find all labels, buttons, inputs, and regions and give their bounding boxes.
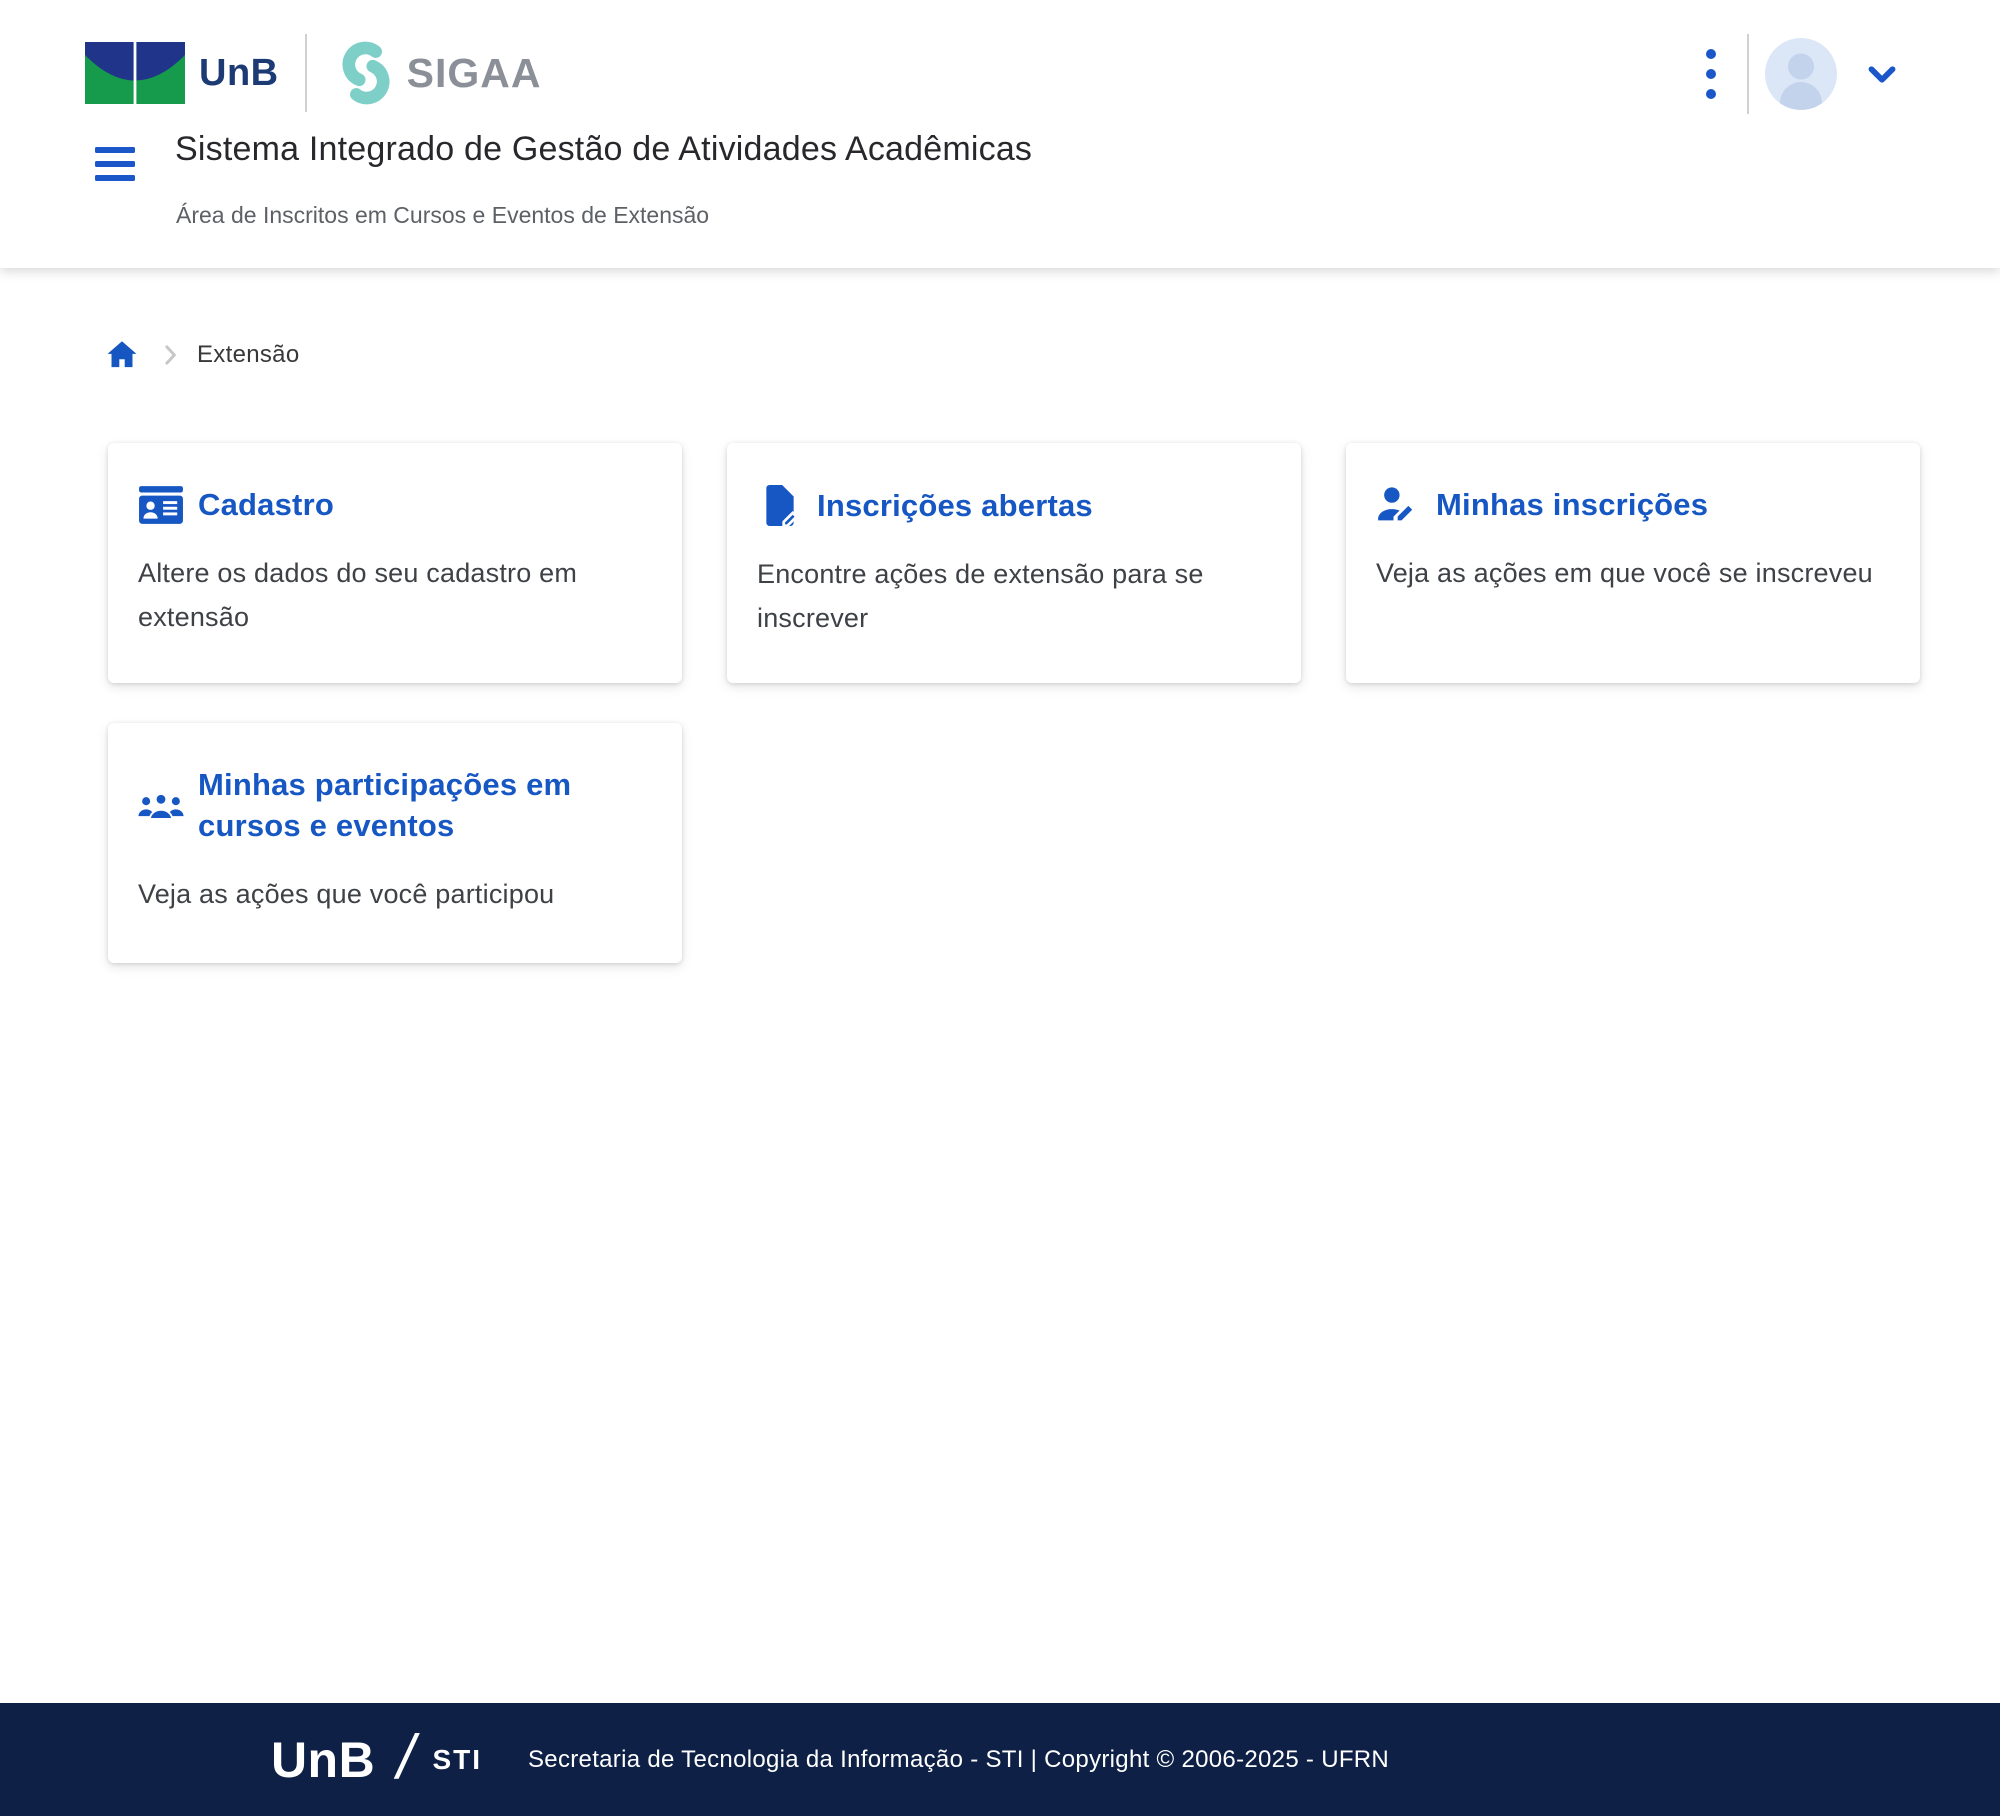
home-icon[interactable] <box>105 338 139 372</box>
footer-copyright: Secretaria de Tecnologia da Informação -… <box>528 1746 1389 1774</box>
edit-document-icon <box>757 485 803 527</box>
card-title: Minhas inscrições <box>1436 485 1708 526</box>
contact-card-icon <box>138 485 184 525</box>
card-description: Veja as ações que você participou <box>138 873 652 917</box>
page-subtitle: Área de Inscritos em Cursos e Eventos de… <box>176 202 709 229</box>
groups-icon <box>138 789 184 823</box>
header: UnB SIGAA <box>0 0 2000 268</box>
footer-unb-logo: UnB <box>271 1731 375 1789</box>
breadcrumb-separator-icon <box>155 340 185 370</box>
kebab-menu-button[interactable] <box>1689 44 1733 104</box>
card-inscricoes-abertas[interactable]: Inscrições abertas Encontre ações de ext… <box>727 443 1301 683</box>
header-right <box>1689 28 1905 120</box>
breadcrumb: Extensão <box>105 338 299 372</box>
card-head: Cadastro <box>138 485 652 526</box>
footer: UnB / STI Secretaria de Tecnologia da In… <box>0 1703 2000 1816</box>
footer-inner: UnB / STI Secretaria de Tecnologia da In… <box>271 1724 1389 1795</box>
card-head: Minhas inscrições <box>1376 485 1890 526</box>
header-right-divider <box>1747 34 1749 114</box>
card-head: Minhas participações em cursos e eventos <box>138 765 652 847</box>
person-edit-icon <box>1376 486 1422 524</box>
card-description: Encontre ações de extensão para se inscr… <box>757 553 1271 640</box>
footer-sti-logo: STI <box>432 1744 482 1776</box>
card-title: Cadastro <box>198 485 334 526</box>
card-title: Inscrições abertas <box>817 486 1093 527</box>
footer-slash: / <box>397 1722 414 1793</box>
chevron-down-icon <box>1859 51 1905 97</box>
kebab-menu-icon <box>1702 43 1720 105</box>
card-head: Inscrições abertas <box>757 485 1271 527</box>
card-title: Minhas participações em cursos e eventos <box>198 765 652 847</box>
sigaa-logo-icon <box>333 40 399 106</box>
card-description: Altere os dados do seu cadastro em exten… <box>138 552 652 639</box>
user-menu-button[interactable] <box>1765 38 1905 110</box>
logo-row: UnB SIGAA <box>85 34 541 112</box>
logo-divider <box>305 34 307 112</box>
avatar <box>1765 38 1837 110</box>
unb-wordmark: UnB <box>199 52 279 95</box>
card-description: Veja as ações em que você se inscreveu <box>1376 552 1890 596</box>
card-cadastro[interactable]: Cadastro Altere os dados do seu cadastro… <box>108 443 682 683</box>
page: UnB SIGAA <box>0 0 2000 1816</box>
hamburger-menu-button[interactable] <box>95 146 135 182</box>
cards-grid: Cadastro Altere os dados do seu cadastro… <box>108 443 1920 963</box>
card-minhas-inscricoes[interactable]: Minhas inscrições Veja as ações em que v… <box>1346 443 1920 683</box>
card-minhas-participacoes[interactable]: Minhas participações em cursos e eventos… <box>108 723 682 963</box>
breadcrumb-current: Extensão <box>197 341 299 369</box>
page-title: Sistema Integrado de Gestão de Atividade… <box>175 130 1032 169</box>
sigaa-wordmark: SIGAA <box>407 50 542 97</box>
unb-flag-logo-icon <box>85 42 185 104</box>
